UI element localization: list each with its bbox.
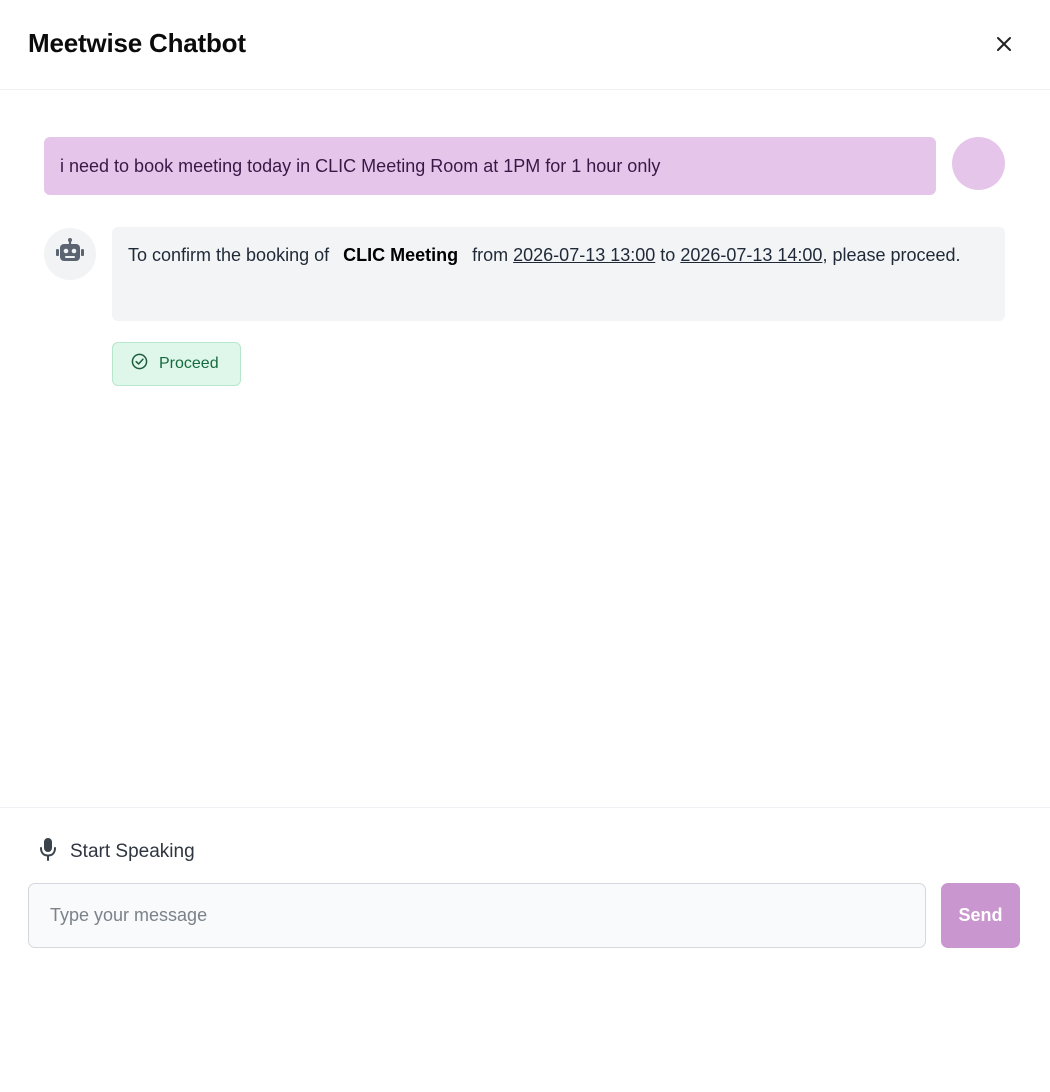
dialog-title: Meetwise Chatbot [28, 28, 246, 58]
start-time: 2026-07-13 13:00 [513, 245, 656, 265]
send-button[interactable]: Send [941, 883, 1020, 948]
close-button[interactable] [990, 32, 1018, 60]
chatbot-dialog: Meetwise Chatbot i need to book meeting … [0, 0, 1050, 1092]
bot-message-suffix: , please proceed. [822, 245, 961, 265]
end-time: 2026-07-13 14:00 [680, 245, 823, 265]
check-circle-icon [131, 353, 148, 375]
start-speaking-label: Start Speaking [70, 841, 195, 862]
to-label: to [660, 245, 676, 265]
bot-message: To confirm the booking of CLIC Meeting fro… [112, 227, 1005, 321]
user-message: i need to book meeting today in CLIC Mee… [44, 137, 936, 195]
close-icon [996, 36, 1012, 57]
message-input[interactable] [28, 883, 926, 948]
start-speaking-button[interactable]: Start Speaking [38, 837, 195, 867]
user-message-text: i need to book meeting today in CLIC Mee… [60, 155, 661, 176]
composer-footer: Start Speaking Send [0, 807, 1050, 1092]
dialog-header: Meetwise Chatbot [0, 0, 1050, 90]
user-avatar [952, 137, 1005, 190]
from-label: from [472, 245, 509, 265]
proceed-button[interactable]: Proceed [112, 342, 241, 386]
robot-icon [55, 237, 85, 271]
microphone-icon [38, 837, 58, 867]
room-name: CLIC Meeting [343, 245, 459, 265]
bot-avatar [44, 228, 96, 280]
proceed-label: Proceed [159, 355, 219, 372]
bot-message-prefix: To confirm the booking of [128, 245, 330, 265]
